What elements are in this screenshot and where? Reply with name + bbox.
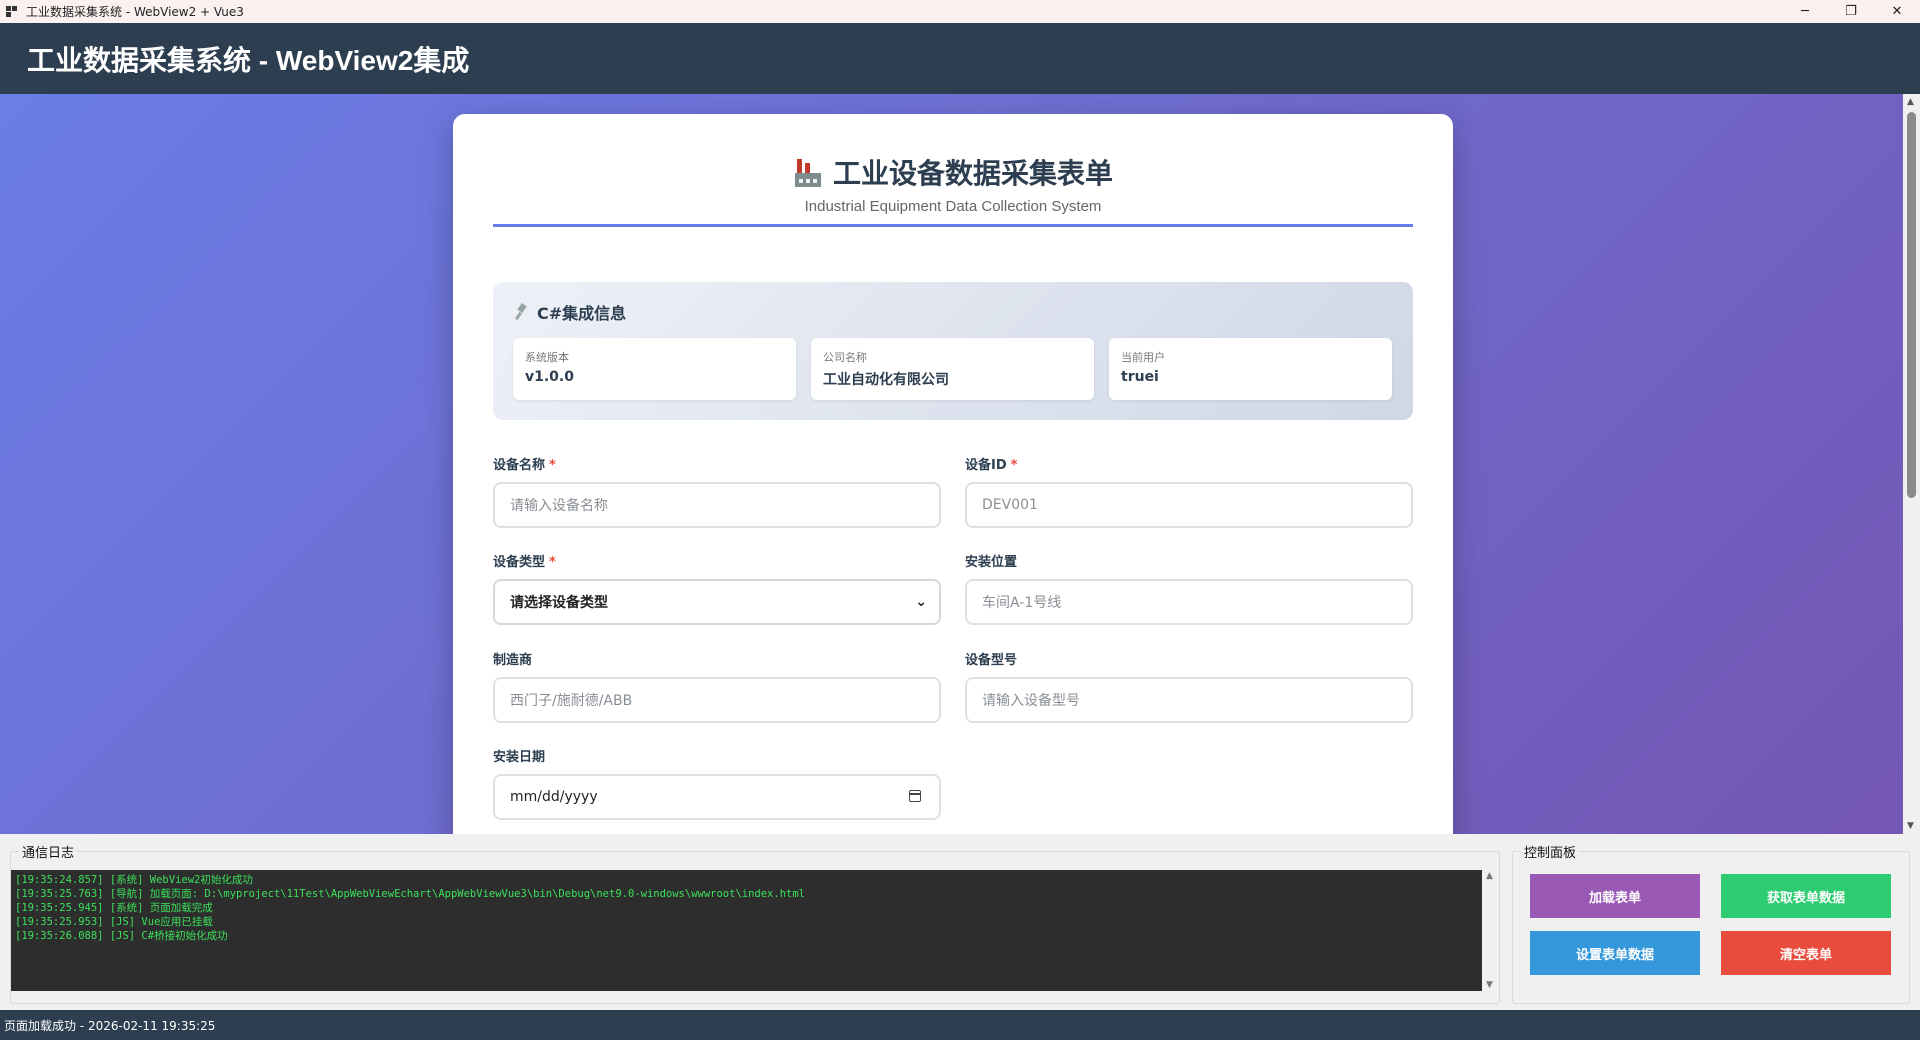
scroll-down-icon[interactable]: ▼ <box>1486 980 1493 990</box>
log-line: [19:35:26.088] [JS] C#桥接初始化成功 <box>15 930 228 942</box>
minimize-button[interactable]: ─ <box>1782 0 1828 23</box>
field-device-type: 设备类型 * 请选择设备类型 ⌄ <box>493 551 941 625</box>
log-textbox[interactable]: [19:35:24.857] [系统] WebView2初始化成功 [19:35… <box>11 870 1482 991</box>
log-line: [19:35:25.953] [JS] Vue应用已挂载 <box>15 916 213 928</box>
location-input[interactable]: 车间A-1号线 <box>965 579 1413 625</box>
field-location: 安装位置 车间A-1号线 <box>965 551 1413 625</box>
log-scrollbar[interactable]: ▲ ▼ <box>1483 870 1498 991</box>
app-title: 工业数据采集系统 - WebView2集成 <box>27 44 470 76</box>
info-item-company: 公司名称 工业自动化有限公司 <box>811 338 1094 400</box>
page-scrollbar[interactable]: ▲ ▼ <box>1903 94 1920 834</box>
field-install-date: 安装日期 mm/dd/yyyy <box>493 746 941 820</box>
info-value: 工业自动化有限公司 <box>823 372 949 388</box>
log-line: [19:35:25.945] [系统] 页面加载完成 <box>15 902 213 914</box>
device-name-input[interactable]: 请输入设备名称 <box>493 482 941 528</box>
info-item-user: 当前用户 truei <box>1109 338 1392 400</box>
chevron-down-icon: ⌄ <box>915 594 927 610</box>
app-header: 工业数据采集系统 - WebView2集成 <box>0 23 1920 94</box>
scroll-down-icon[interactable]: ▼ <box>1907 821 1914 831</box>
get-form-data-button[interactable]: 获取表单数据 <box>1721 874 1891 918</box>
device-name-label: 设备名称 <box>493 458 546 473</box>
status-text: 页面加载成功 - 2026-02-11 19:35:25 <box>4 1018 216 1033</box>
model-label: 设备型号 <box>965 653 1018 668</box>
load-form-button[interactable]: 加载表单 <box>1530 874 1700 918</box>
log-line: [19:35:25.763] [导航] 加载页面: D:\myproject\1… <box>15 888 805 900</box>
manufacturer-label: 制造商 <box>493 653 533 668</box>
window-title: 工业数据采集系统 - WebView2 + Vue3 <box>26 5 244 19</box>
required-mark: * <box>549 458 556 473</box>
log-legend: 通信日志 <box>19 842 78 861</box>
info-label: 公司名称 <box>823 351 867 364</box>
install-date-input[interactable]: mm/dd/yyyy <box>493 774 941 820</box>
manufacturer-input[interactable]: 西门子/施耐德/ABB <box>493 677 941 723</box>
location-label: 安装位置 <box>965 555 1018 570</box>
install-date-label: 安装日期 <box>493 750 546 765</box>
field-device-name: 设备名称 * 请输入设备名称 <box>493 454 941 528</box>
webview-area: 工业设备数据采集表单 Industrial Equipment Data Col… <box>0 94 1920 834</box>
required-mark: * <box>549 555 556 570</box>
form-header: 工业设备数据采集表单 Industrial Equipment Data Col… <box>493 152 1413 227</box>
device-id-label: 设备ID <box>965 458 1007 473</box>
info-value: v1.0.0 <box>525 369 574 385</box>
device-type-select[interactable]: 请选择设备类型 ⌄ <box>493 579 941 625</box>
plug-icon <box>514 303 529 321</box>
required-mark: * <box>1010 458 1018 473</box>
info-item-version: 系统版本 v1.0.0 <box>513 338 796 400</box>
field-model: 设备型号 请输入设备型号 <box>965 649 1413 723</box>
integration-info-panel: C#集成信息 系统版本 v1.0.0 公司名称 工业自动化有限公司 当前用户 t… <box>493 282 1413 420</box>
factory-icon <box>793 157 823 187</box>
log-line: [19:35:24.857] [系统] WebView2初始化成功 <box>15 874 253 886</box>
bottom-panel: 通信日志 [19:35:24.857] [系统] WebView2初始化成功 [… <box>0 834 1920 1010</box>
install-date-placeholder: mm/dd/yyyy <box>510 789 598 805</box>
info-heading: C#集成信息 <box>537 304 627 323</box>
field-manufacturer: 制造商 西门子/施耐德/ABB <box>493 649 941 723</box>
status-bar: 页面加载成功 - 2026-02-11 19:35:25 <box>0 1010 1920 1040</box>
window-titlebar: 工业数据采集系统 - WebView2 + Vue3 ─ ❐ ✕ <box>0 0 1920 23</box>
clear-form-button[interactable]: 清空表单 <box>1721 931 1891 975</box>
close-button[interactable]: ✕ <box>1874 0 1920 23</box>
app-icon <box>6 5 18 18</box>
calendar-icon[interactable] <box>909 790 921 802</box>
device-type-selected: 请选择设备类型 <box>510 595 608 611</box>
control-legend: 控制面板 <box>1521 842 1580 861</box>
info-label: 当前用户 <box>1121 351 1165 364</box>
field-device-id: 设备ID * DEV001 <box>965 454 1413 528</box>
form-card: 工业设备数据采集表单 Industrial Equipment Data Col… <box>453 114 1453 834</box>
form-title: 工业设备数据采集表单 <box>832 157 1113 190</box>
scrollbar-thumb[interactable] <box>1907 112 1916 498</box>
model-input[interactable]: 请输入设备型号 <box>965 677 1413 723</box>
device-type-label: 设备类型 <box>493 555 546 570</box>
set-form-data-button[interactable]: 设置表单数据 <box>1530 931 1700 975</box>
form-subtitle: Industrial Equipment Data Collection Sys… <box>804 198 1102 215</box>
device-id-input[interactable]: DEV001 <box>965 482 1413 528</box>
info-value: truei <box>1121 369 1159 385</box>
scroll-up-icon[interactable]: ▲ <box>1486 871 1493 881</box>
maximize-button[interactable]: ❐ <box>1828 0 1874 23</box>
scroll-up-icon[interactable]: ▲ <box>1907 97 1914 107</box>
info-label: 系统版本 <box>525 351 569 364</box>
